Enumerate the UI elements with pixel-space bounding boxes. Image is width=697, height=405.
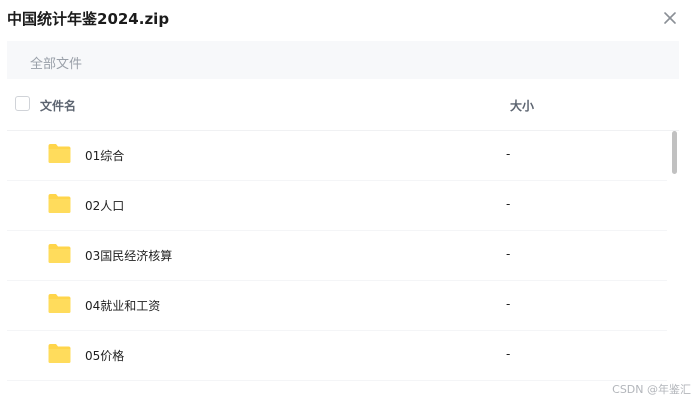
title-bar: 中国统计年鉴2024.zip <box>0 0 697 40</box>
file-name: 03国民经济核算 <box>85 249 173 263</box>
file-list: 01综合 - 02人口 - 03国民经济核算 - 04就业和工资 - 05价格 … <box>7 131 679 405</box>
file-size: - <box>506 247 511 261</box>
close-button[interactable] <box>661 9 679 27</box>
file-name: 04就业和工资 <box>85 299 161 313</box>
table-row[interactable]: 01综合 - <box>7 131 667 181</box>
folder-icon <box>48 144 71 163</box>
watermark: CSDN @年鉴汇 <box>612 383 691 396</box>
file-name: 05价格 <box>85 349 125 363</box>
folder-icon <box>48 294 71 313</box>
dialog-title: 中国统计年鉴2024.zip <box>7 10 170 28</box>
breadcrumb-all-files[interactable]: 全部文件 <box>30 53 82 72</box>
folder-icon <box>48 244 71 263</box>
file-size: - <box>506 147 511 161</box>
file-size: - <box>506 297 511 311</box>
table-row[interactable]: 03国民经济核算 - <box>7 231 667 281</box>
file-size: - <box>506 347 511 361</box>
close-icon <box>664 12 676 24</box>
table-row[interactable]: 05价格 - <box>7 331 667 381</box>
column-header-size[interactable]: 大小 <box>510 97 534 114</box>
breadcrumb: 全部文件 <box>7 41 679 79</box>
table-row[interactable]: 02人口 - <box>7 181 667 231</box>
select-all-checkbox[interactable] <box>15 96 30 111</box>
vertical-scrollbar-thumb[interactable] <box>672 131 677 174</box>
file-name: 02人口 <box>85 199 125 213</box>
column-header-name[interactable]: 文件名 <box>40 97 76 114</box>
folder-icon <box>48 194 71 213</box>
folder-icon <box>48 344 71 363</box>
table-row[interactable]: 04就业和工资 - <box>7 281 667 331</box>
archive-preview-dialog: 中国统计年鉴2024.zip 全部文件 文件名 大小 01综合 - 02人口 -… <box>0 0 697 405</box>
table-header: 文件名 大小 <box>7 80 679 131</box>
file-name: 01综合 <box>85 149 125 163</box>
file-size: - <box>506 197 511 211</box>
